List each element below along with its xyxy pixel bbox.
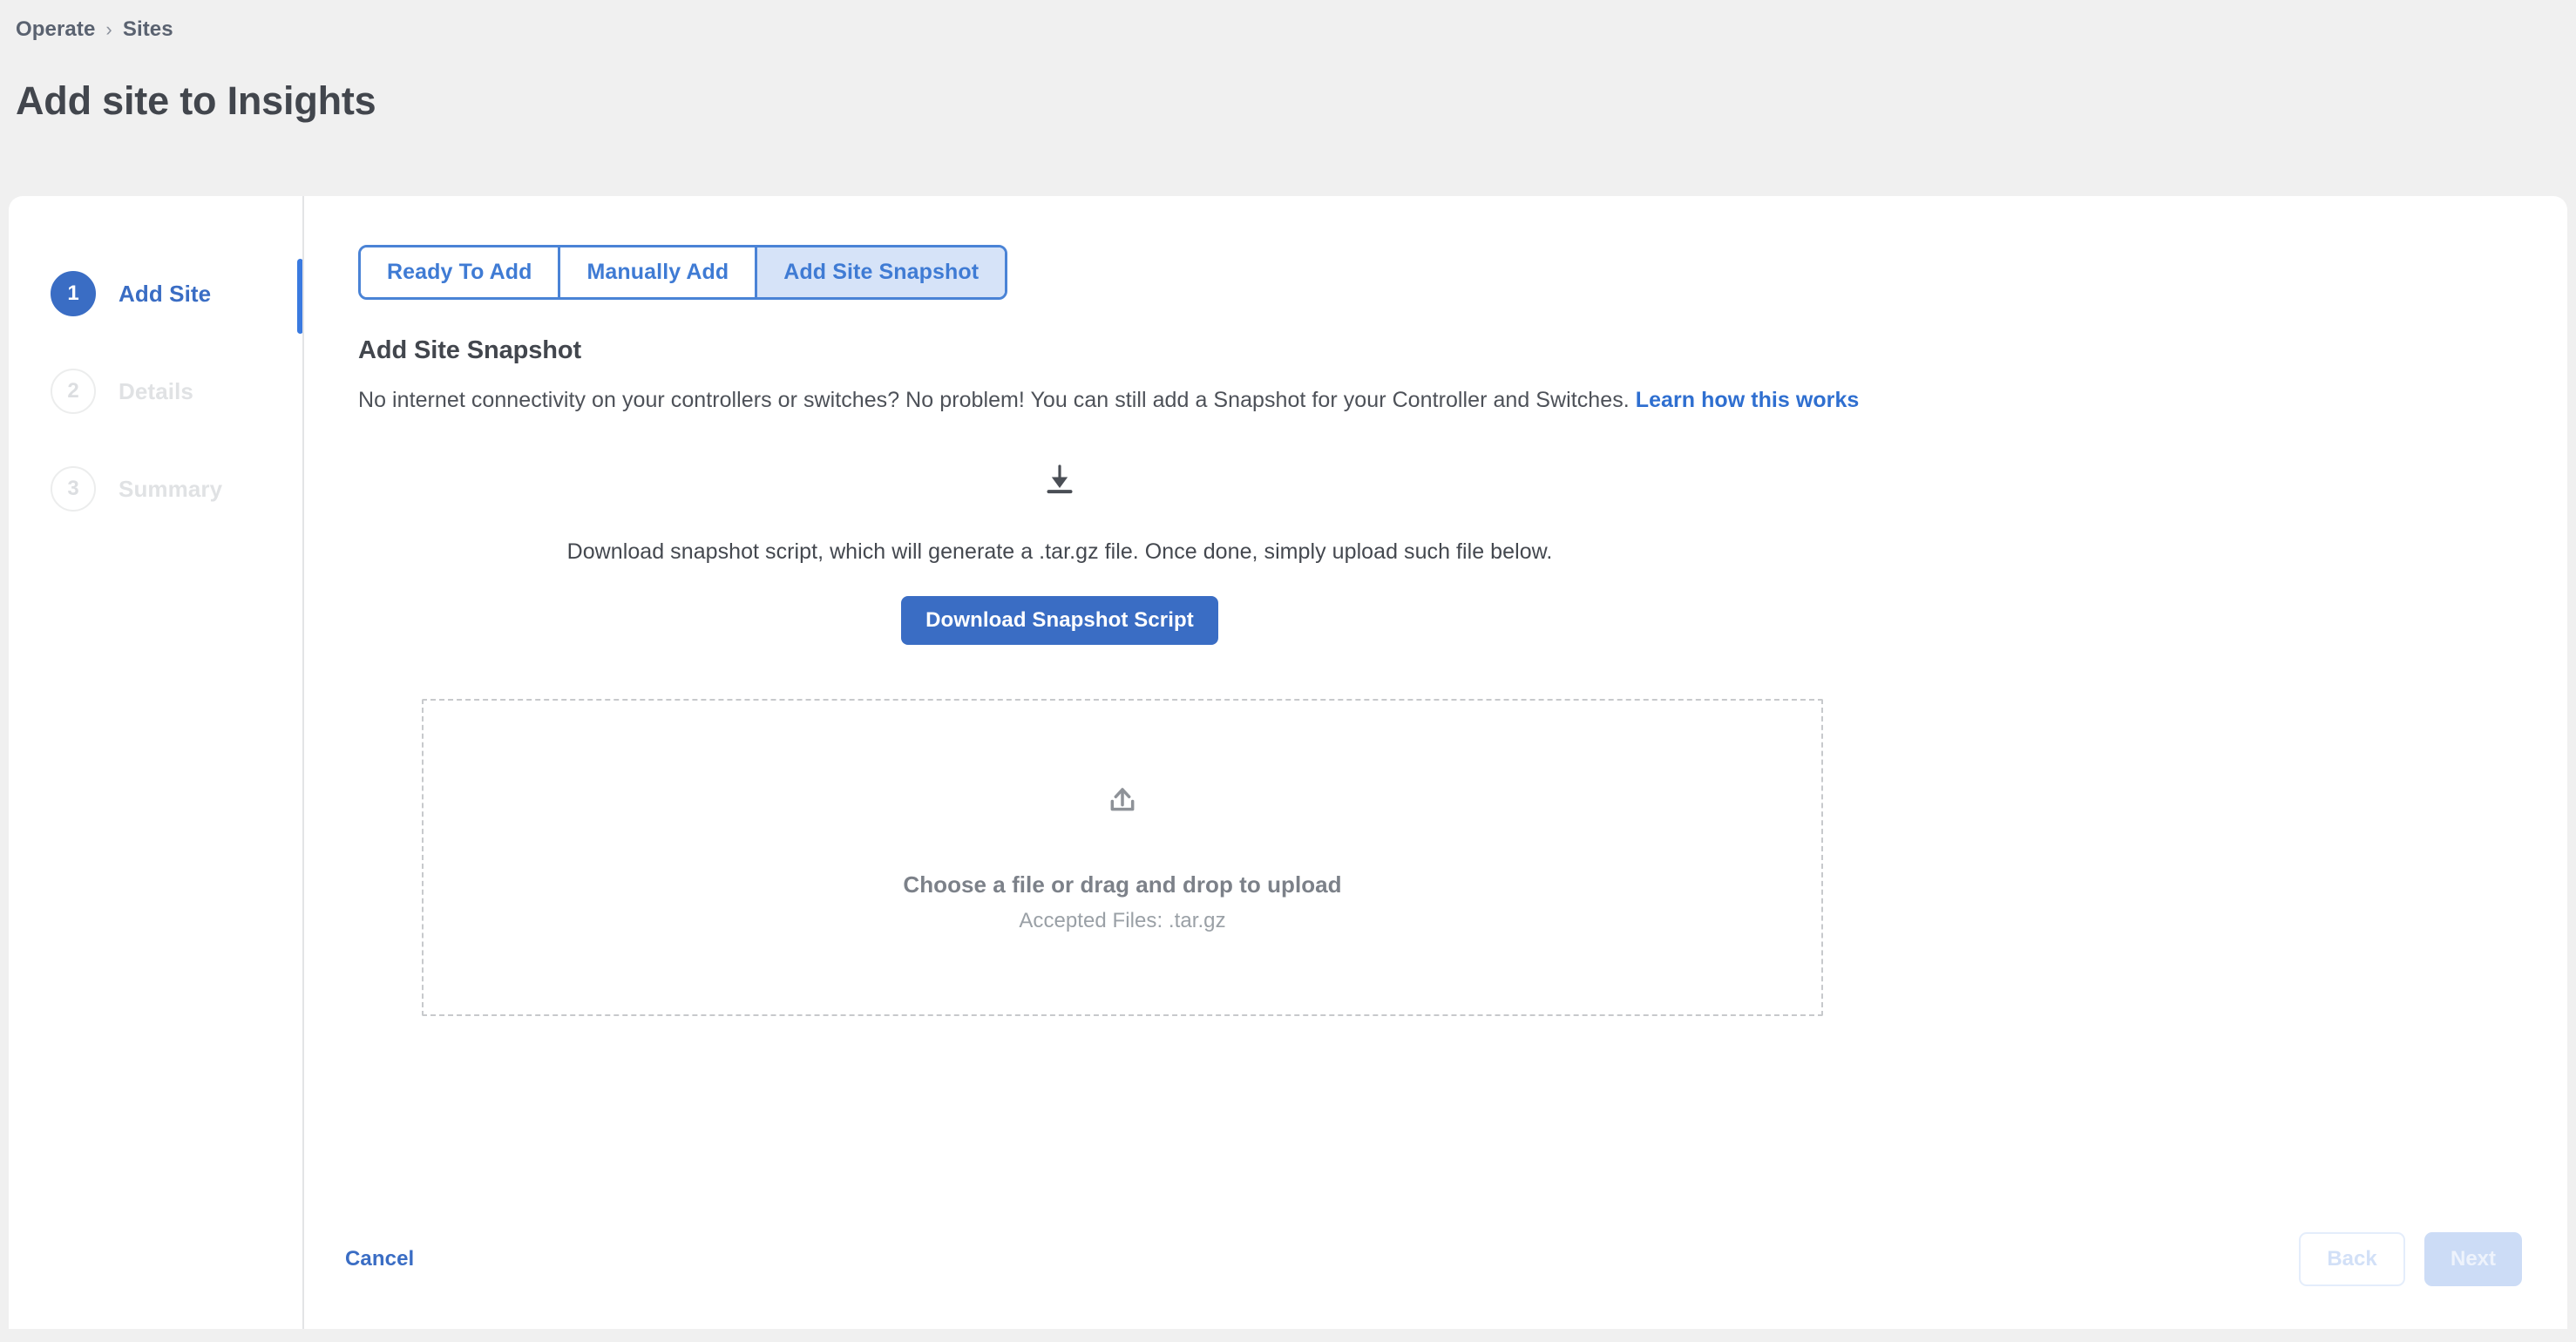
stepper-item-summary[interactable]: 3 Summary [9, 440, 295, 538]
add-method-tab-group: Ready To Add Manually Add Add Site Snaps… [358, 245, 1008, 300]
cancel-button[interactable]: Cancel [345, 1247, 414, 1271]
tab-ready-to-add[interactable]: Ready To Add [361, 247, 561, 297]
stepper-bullet-3: 3 [51, 466, 96, 512]
section-description-text: No internet connectivity on your control… [358, 388, 1630, 412]
tab-manually-add[interactable]: Manually Add [560, 247, 758, 297]
stepper-label-add-site: Add Site [119, 280, 212, 307]
breadcrumb-separator-icon: › [105, 18, 112, 40]
stepper-item-add-site[interactable]: 1 Add Site [9, 245, 295, 342]
upload-icon [1105, 782, 1140, 821]
download-instruction-text: Download snapshot script, which will gen… [566, 539, 1553, 564]
wizard-content: Ready To Add Manually Add Add Site Snaps… [295, 196, 2567, 1329]
stepper-label-details: Details [119, 377, 193, 404]
breadcrumb-item-sites[interactable]: Sites [123, 17, 173, 42]
section-title: Add Site Snapshot [358, 336, 582, 364]
wizard-stepper: 1 Add Site 2 Details 3 Summary [9, 196, 295, 1329]
stepper-bullet-1: 1 [51, 271, 96, 316]
download-icon [1042, 462, 1077, 501]
back-button[interactable]: Back [2299, 1232, 2405, 1286]
tab-add-site-snapshot[interactable]: Add Site Snapshot [757, 247, 1006, 297]
page-header: Operate › Sites Add site to Insights [0, 0, 2576, 196]
breadcrumb-item-operate[interactable]: Operate [16, 17, 95, 42]
download-snapshot-script-button[interactable]: Download Snapshot Script [901, 596, 1218, 645]
wizard-footer: Cancel Back Next [303, 1190, 2567, 1329]
stepper-bullet-2: 2 [51, 369, 96, 414]
dropzone-title: Choose a file or drag and drop to upload [903, 871, 1342, 898]
download-script-block: Download snapshot script, which will gen… [358, 462, 1761, 645]
stepper-label-summary: Summary [119, 475, 223, 502]
file-upload-dropzone[interactable]: Choose a file or drag and drop to upload… [422, 699, 1823, 1016]
footer-actions: Back Next [2299, 1232, 2522, 1286]
learn-how-this-works-link[interactable]: Learn how this works [1636, 388, 1860, 412]
section-description: No internet connectivity on your control… [358, 388, 2567, 413]
breadcrumb: Operate › Sites [16, 17, 2576, 42]
wizard-card: 1 Add Site 2 Details 3 Summary Ready To … [9, 196, 2567, 1329]
stepper-item-details[interactable]: 2 Details [9, 342, 295, 440]
page-title: Add site to Insights [16, 78, 376, 123]
dropzone-accepted-files: Accepted Files: .tar.gz [1019, 909, 1226, 932]
next-button[interactable]: Next [2424, 1232, 2522, 1286]
